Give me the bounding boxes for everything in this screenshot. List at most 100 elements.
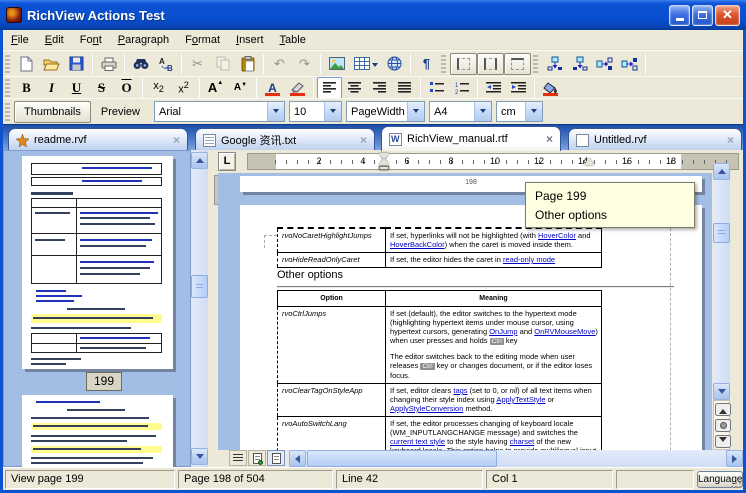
menu-edit[interactable]: Edit — [37, 32, 72, 48]
thumbnails-toggle-button[interactable]: Thumbnails — [14, 101, 91, 123]
menu-paragraph[interactable]: Paragraph — [110, 32, 177, 48]
bullets-button[interactable] — [424, 77, 449, 99]
paste-button[interactable] — [235, 53, 260, 75]
font-size-combo[interactable]: 10 — [289, 101, 342, 122]
left-indent-marker[interactable] — [379, 166, 389, 170]
shrink-font-button[interactable]: A▼ — [228, 77, 253, 99]
scroll-up-button[interactable] — [191, 152, 208, 169]
paragraph-marks-button[interactable]: ¶ — [414, 53, 439, 75]
preview-button[interactable]: Preview — [91, 101, 150, 123]
page-border-top-button[interactable] — [504, 53, 531, 75]
save-button[interactable] — [64, 53, 89, 75]
menu-font[interactable]: Font — [72, 32, 110, 48]
doc-table-other-options[interactable]: Option Meaning rvoCtrlJumps If set (defa… — [277, 290, 602, 450]
app-icon[interactable] — [6, 7, 22, 23]
page-layout-view-button[interactable] — [267, 450, 285, 466]
justify-button[interactable] — [392, 77, 417, 99]
decrease-indent-button[interactable] — [481, 77, 506, 99]
new-document-button[interactable] — [14, 53, 39, 75]
scroll-left-button[interactable] — [289, 450, 306, 467]
minimize-button[interactable] — [669, 5, 690, 26]
insert-hyperlink-button[interactable] — [382, 53, 407, 75]
scrollbar-thumb[interactable] — [307, 450, 497, 467]
page-border-sides-button[interactable] — [477, 53, 504, 75]
menu-file[interactable]: File — [3, 32, 37, 48]
italic-button[interactable]: I — [39, 77, 64, 99]
web-view-button[interactable] — [248, 450, 266, 466]
open-button[interactable] — [39, 53, 64, 75]
overline-button[interactable]: O — [114, 77, 139, 99]
scroll-down-button[interactable] — [713, 383, 730, 400]
combo-dropdown-button[interactable] — [474, 102, 491, 121]
increase-indent-button[interactable] — [506, 77, 531, 99]
toolbar-grip[interactable] — [5, 103, 10, 121]
resize-grip[interactable] — [729, 476, 741, 488]
scroll-right-button[interactable] — [726, 450, 743, 467]
zoom-combo[interactable]: PageWidth — [346, 101, 425, 122]
toolbar-grip[interactable] — [533, 55, 538, 73]
tab-close-icon[interactable]: × — [360, 134, 367, 146]
scrollbar-track[interactable] — [191, 150, 208, 467]
document-viewport[interactable]: 198 rvoNoCaretHighlightJumps If set, hyp… — [218, 173, 712, 450]
combo-dropdown-button[interactable] — [324, 102, 341, 121]
align-left-button[interactable] — [317, 77, 342, 99]
menu-insert[interactable]: Insert — [228, 32, 272, 48]
redo-button[interactable]: ↷ — [292, 53, 317, 75]
table-insert-row-above-button[interactable] — [542, 53, 567, 75]
combo-dropdown-button[interactable] — [525, 102, 542, 121]
tab-richview-manual-rtf[interactable]: W RichView_manual.rtf × — [381, 126, 561, 151]
font-color-button[interactable]: A — [260, 77, 285, 99]
toolbar-grip[interactable] — [441, 55, 446, 73]
underline-button[interactable]: U — [64, 77, 89, 99]
page-border-left-button[interactable] — [450, 53, 477, 75]
align-center-button[interactable] — [342, 77, 367, 99]
tab-google-txt[interactable]: Google 资讯.txt × — [195, 128, 375, 151]
replace-button[interactable]: AB — [153, 53, 178, 75]
scroll-up-button[interactable] — [713, 163, 730, 180]
table-insert-col-left-button[interactable] — [592, 53, 617, 75]
insert-table-button[interactable] — [349, 53, 382, 75]
thumbnail-page-label[interactable]: 199 — [86, 372, 122, 391]
print-button[interactable] — [96, 53, 121, 75]
toolbar-grip[interactable] — [5, 79, 10, 97]
copy-button[interactable] — [210, 53, 235, 75]
fill-color-button[interactable] — [538, 77, 563, 99]
find-button[interactable] — [128, 53, 153, 75]
text-highlight-button[interactable] — [285, 77, 310, 99]
table-insert-col-right-button[interactable] — [617, 53, 642, 75]
superscript-button[interactable]: x2 — [171, 77, 196, 99]
normal-view-button[interactable] — [229, 450, 247, 466]
right-indent-marker[interactable] — [584, 153, 594, 165]
next-page-button[interactable] — [715, 435, 731, 448]
strikethrough-button[interactable]: S — [89, 77, 114, 99]
bold-button[interactable]: B — [14, 77, 39, 99]
page-199[interactable]: rvoNoCaretHighlightJumps If set, hyperli… — [240, 205, 702, 450]
table-insert-row-below-button[interactable] — [567, 53, 592, 75]
scroll-down-button[interactable] — [191, 448, 208, 465]
undo-button[interactable]: ↶ — [267, 53, 292, 75]
close-button[interactable]: ✕ — [715, 5, 740, 26]
combo-dropdown-button[interactable] — [407, 102, 424, 121]
font-name-combo[interactable]: Arial — [154, 101, 285, 122]
scrollbar-thumb[interactable] — [191, 275, 208, 298]
align-right-button[interactable] — [367, 77, 392, 99]
horizontal-ruler[interactable]: 2 4 6 8 10 12 14 16 18 — [247, 153, 739, 170]
thumbnail-page-199[interactable] — [22, 156, 173, 369]
tab-close-icon[interactable]: × — [727, 134, 734, 146]
scrollbar-track[interactable] — [713, 163, 730, 400]
tab-readme-rvf[interactable]: readme.rvf × — [8, 128, 188, 151]
select-browse-object-button[interactable] — [715, 419, 731, 432]
tab-stop-selector-button[interactable]: L — [218, 152, 236, 171]
subscript-button[interactable]: x2 — [146, 77, 171, 99]
grow-font-button[interactable]: A▲ — [203, 77, 228, 99]
cut-button[interactable]: ✂ — [185, 53, 210, 75]
tab-close-icon[interactable]: × — [173, 134, 180, 146]
insert-picture-button[interactable] — [324, 53, 349, 75]
menu-table[interactable]: Table — [272, 32, 314, 48]
scrollbar-thumb[interactable] — [713, 223, 730, 243]
numbering-button[interactable]: 12 — [449, 77, 474, 99]
toolbar-grip[interactable] — [5, 55, 10, 73]
units-combo[interactable]: cm — [496, 101, 543, 122]
previous-page-button[interactable] — [715, 403, 731, 416]
title-bar[interactable]: RichView Actions Test ✕ — [0, 0, 746, 30]
